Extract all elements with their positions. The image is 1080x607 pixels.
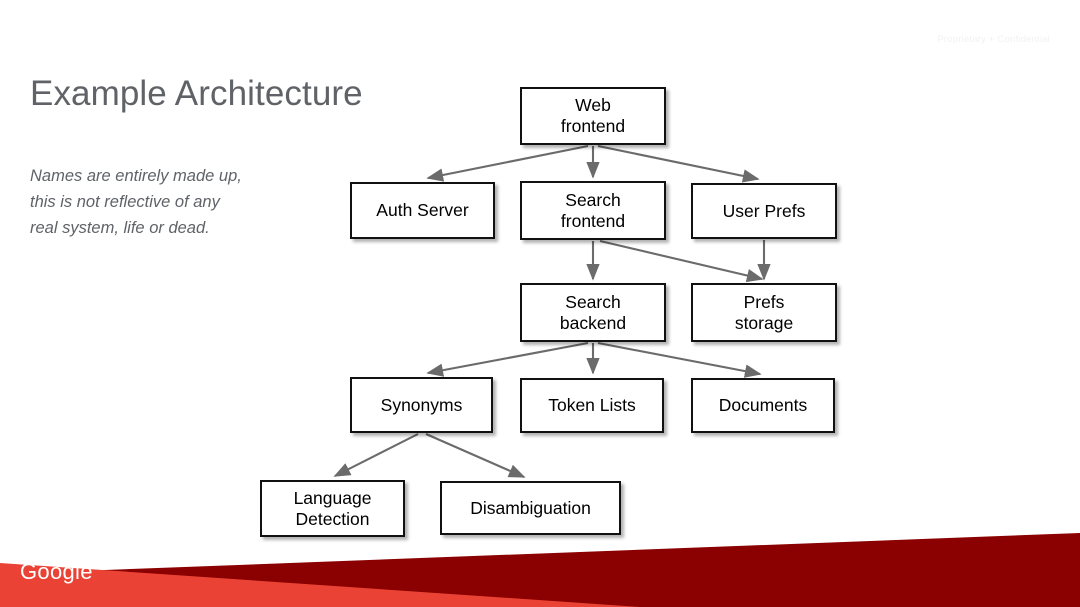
node-label: Disambiguation xyxy=(470,497,591,518)
node-label: Synonyms xyxy=(380,394,463,415)
node-label: User Prefs xyxy=(722,200,806,221)
node-label: Auth Server xyxy=(376,200,469,221)
node-documents[interactable]: Documents xyxy=(691,378,835,433)
slide-canvas: Proprietary + Confidential Example Archi… xyxy=(0,0,1080,607)
edge-search-backend-to-documents xyxy=(597,341,762,378)
edge-synonyms-to-disambiguation xyxy=(425,433,526,478)
node-search-frontend[interactable]: Search frontend xyxy=(520,181,666,240)
edge-web-frontend-to-user-prefs xyxy=(597,144,760,183)
edge-search-backend-to-synonyms xyxy=(426,341,589,377)
node-search-backend[interactable]: Search backend xyxy=(520,283,666,342)
architecture-diagram: Web frontend Auth Server Search frontend U… xyxy=(0,0,1080,560)
edge-web-frontend-to-auth-server xyxy=(426,144,589,182)
node-auth-server[interactable]: Auth Server xyxy=(350,182,495,239)
node-label: Documents xyxy=(718,395,808,416)
google-logo: Google xyxy=(20,559,93,584)
edge-synonyms-to-language-detection xyxy=(333,433,419,477)
footer-shapes xyxy=(0,533,1080,607)
slide-footer: Google xyxy=(0,517,1080,607)
node-web-frontend[interactable]: Web frontend xyxy=(520,87,666,145)
node-label: Token Lists xyxy=(548,395,636,416)
node-user-prefs[interactable]: User Prefs xyxy=(691,183,837,239)
edge-search-frontend-to-prefs-storage xyxy=(599,239,764,283)
node-prefs-storage[interactable]: Prefs storage xyxy=(691,283,837,342)
node-synonyms[interactable]: Synonyms xyxy=(350,377,493,433)
node-token-lists[interactable]: Token Lists xyxy=(520,378,664,433)
node-label: Search backend xyxy=(559,291,627,333)
node-label: Search frontend xyxy=(560,189,626,231)
diagram-arrow-layer xyxy=(333,144,771,478)
node-label: Web frontend xyxy=(560,95,626,136)
node-label: Prefs storage xyxy=(734,291,794,333)
